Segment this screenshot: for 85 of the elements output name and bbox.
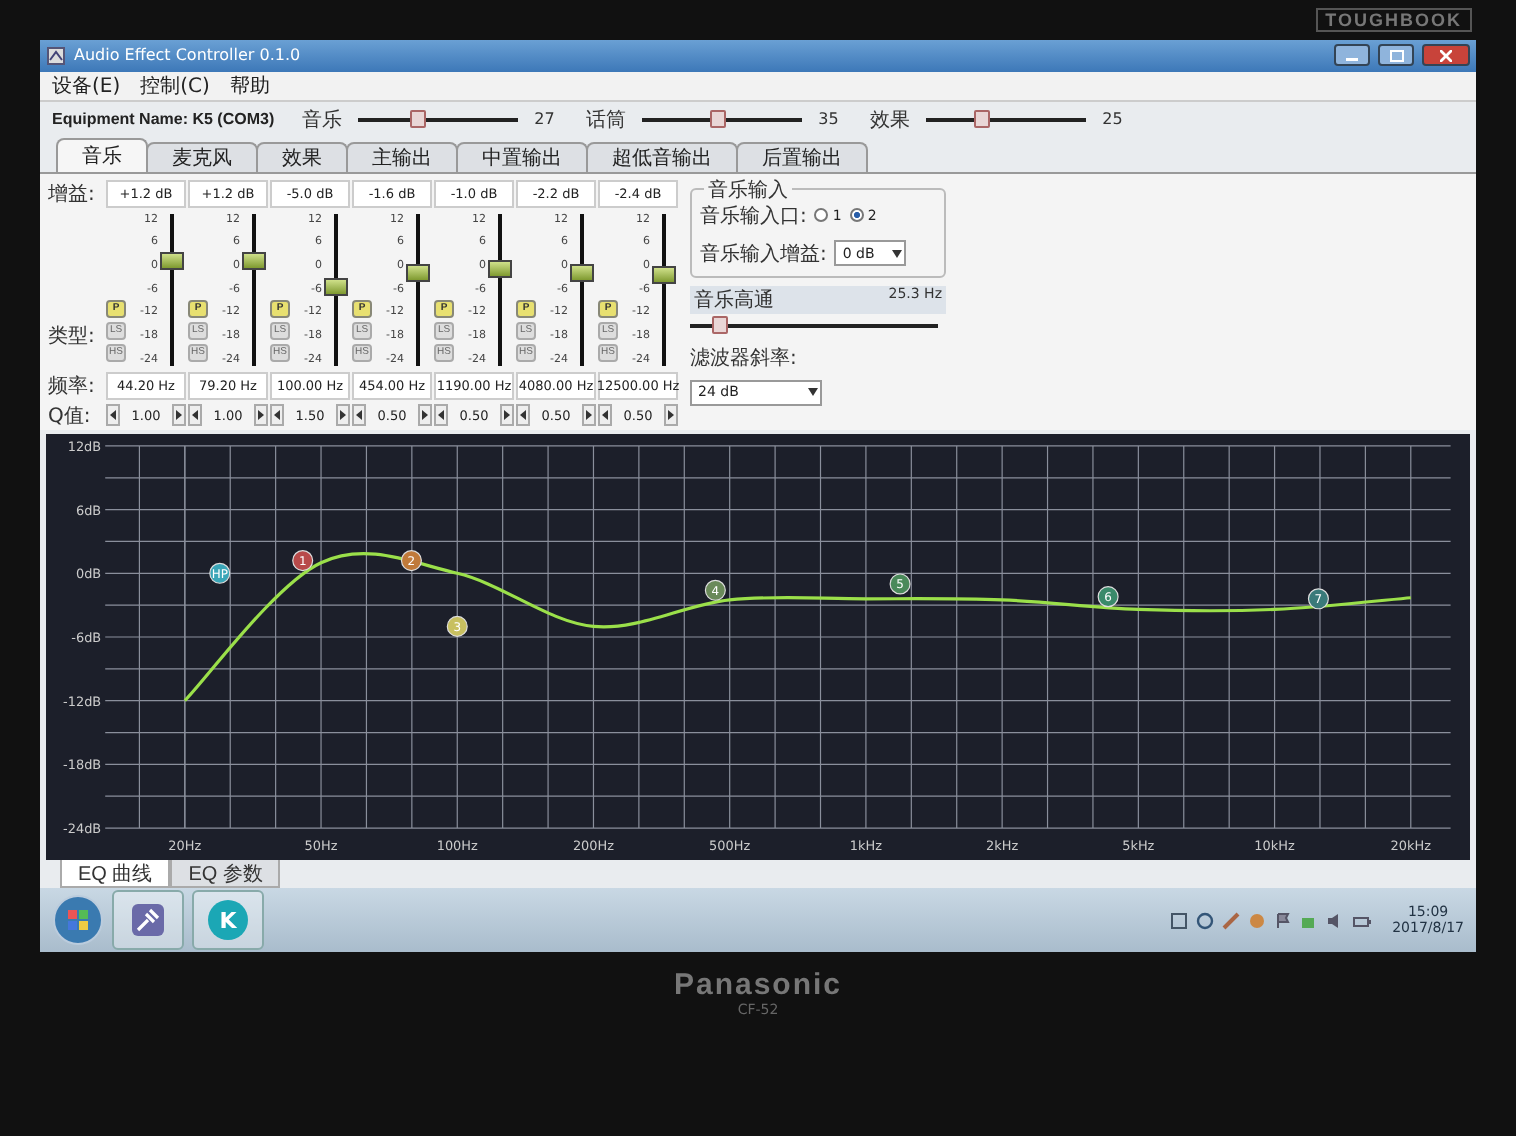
volume-slider[interactable] [926, 109, 1087, 130]
window-title: Audio Effect Controller 0.1.0 [74, 46, 303, 65]
brand-logo: Panasonic [673, 968, 843, 1002]
decrease-button[interactable] [434, 404, 448, 427]
highpass-label: 音乐高通 [694, 287, 774, 314]
gain-fader[interactable] [406, 213, 430, 366]
increase-button[interactable] [500, 404, 514, 427]
radio-button[interactable] [849, 208, 864, 223]
tab[interactable]: 超低音输出 [586, 141, 738, 172]
volume-slider[interactable] [642, 109, 803, 130]
frequency-label: 频率: [48, 373, 97, 400]
increase-button[interactable] [336, 404, 350, 427]
volume-value: 27 [534, 110, 557, 129]
battery-icon[interactable] [1352, 911, 1373, 930]
input-port-label: 音乐输入口: [700, 203, 807, 230]
menu-item[interactable]: 控制(C) [140, 71, 210, 100]
increase-button[interactable] [254, 404, 268, 427]
right-arrow-icon [422, 410, 428, 421]
minimize-button[interactable] [1334, 44, 1370, 67]
highpass-slider[interactable] [690, 315, 938, 336]
volume-label: 话筒 [586, 107, 627, 134]
decrease-button[interactable] [598, 404, 612, 427]
tab[interactable]: 中置输出 [456, 141, 588, 172]
tab[interactable]: 麦克风 [146, 141, 258, 172]
menu-item[interactable]: 帮助 [229, 71, 270, 100]
maximize-icon [1389, 49, 1403, 62]
flag-icon[interactable] [1274, 911, 1293, 930]
dropdown-arrow-icon [892, 249, 903, 258]
decrease-button[interactable] [106, 404, 120, 427]
maximize-button[interactable] [1378, 44, 1414, 67]
volume-label: 音乐 [302, 107, 343, 134]
right-arrow-icon [176, 410, 182, 421]
decrease-button[interactable] [188, 404, 202, 427]
increase-button[interactable] [418, 404, 432, 427]
start-button[interactable] [52, 894, 104, 947]
app-icon [46, 45, 66, 66]
equipment-name: Equipment Name: K5 (COM3) [52, 110, 275, 129]
volume-value: 25 [1102, 110, 1125, 129]
q-label: Q值: [48, 403, 93, 430]
left-arrow-icon [110, 410, 116, 421]
left-arrow-icon [602, 410, 608, 421]
app-logo: K [208, 900, 248, 941]
increase-button[interactable] [664, 404, 678, 427]
dropdown-arrow-icon [808, 388, 818, 397]
gain-fader[interactable] [488, 213, 512, 366]
left-arrow-icon [520, 410, 526, 421]
input-gain-label: 音乐输入增益: [700, 241, 827, 268]
right-arrow-icon [668, 410, 674, 421]
gain-fader[interactable] [242, 213, 266, 366]
left-arrow-icon [192, 410, 198, 421]
tab[interactable]: 音乐 [56, 137, 148, 172]
volume-slider[interactable] [358, 109, 519, 130]
right-arrow-icon [586, 410, 592, 421]
left-arrow-icon [274, 410, 280, 421]
increase-button[interactable] [582, 404, 596, 427]
volume-label: 效果 [870, 107, 911, 134]
slope-label: 滤波器斜率: [690, 345, 799, 372]
right-arrow-icon [258, 410, 264, 421]
toughbook-badge: TOUGHBOOK [1315, 8, 1472, 32]
radio-button[interactable] [814, 208, 829, 223]
tab[interactable]: 主输出 [346, 141, 458, 172]
tab[interactable]: EQ 曲线 [60, 860, 171, 889]
type-label: 类型: [48, 323, 97, 352]
left-arrow-icon [438, 410, 444, 421]
gain-fader[interactable] [160, 213, 184, 366]
gain-fader[interactable] [652, 213, 676, 366]
decrease-button[interactable] [352, 404, 366, 427]
gain-fader[interactable] [570, 213, 594, 366]
decrease-button[interactable] [516, 404, 530, 427]
left-arrow-icon [356, 410, 362, 421]
taskbar-app-button[interactable] [112, 890, 184, 951]
gain-label: 增益: [48, 181, 97, 208]
close-button[interactable] [1422, 44, 1470, 67]
close-icon [1440, 49, 1452, 62]
group-title: 音乐输入 [704, 175, 792, 204]
tab[interactable]: EQ 参数 [170, 860, 281, 889]
right-arrow-icon [504, 410, 510, 421]
increase-button[interactable] [172, 404, 186, 427]
volume-value: 35 [818, 110, 841, 129]
decrease-button[interactable] [270, 404, 284, 427]
menu-item[interactable]: 设备(E) [52, 71, 121, 100]
tab[interactable]: 效果 [256, 141, 348, 172]
right-arrow-icon [340, 410, 346, 421]
tab[interactable]: 后置输出 [736, 141, 868, 172]
gain-fader[interactable] [324, 213, 348, 366]
